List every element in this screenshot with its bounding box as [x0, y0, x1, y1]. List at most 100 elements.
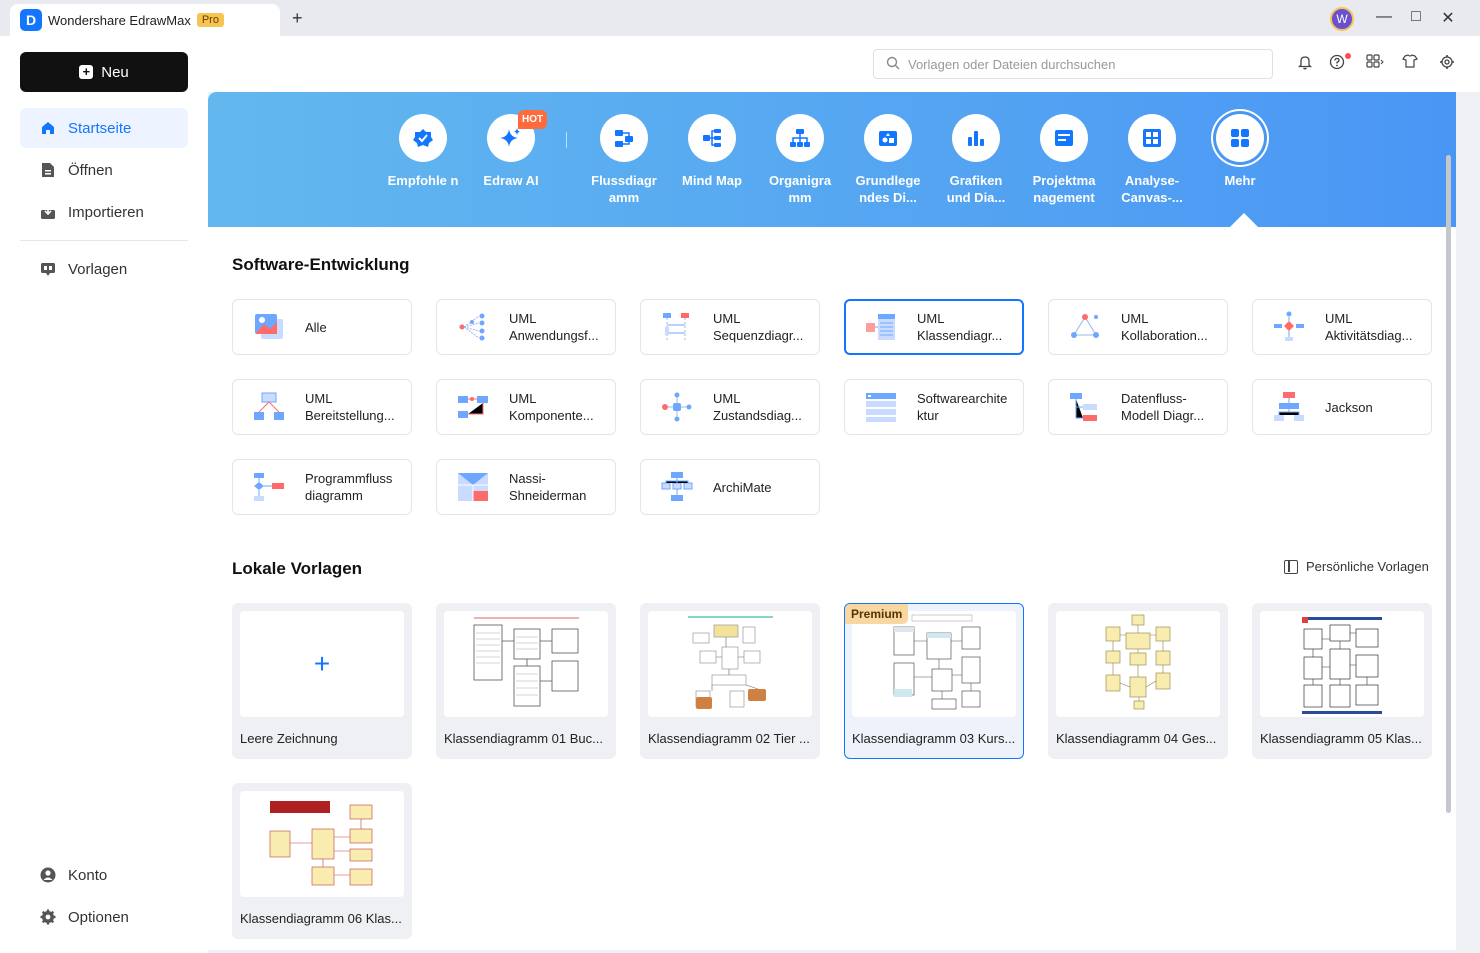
- card-archimate[interactable]: ArchiMate: [640, 459, 820, 515]
- card-label: Nassi- Shneiderman: [509, 471, 587, 503]
- template-klassendiagramm-03[interactable]: Premium Klassendiagramm 03 Kurs...: [844, 603, 1024, 759]
- category-divider: [566, 132, 567, 148]
- category-grundlegendes-diagramm[interactable]: Grundlege ndes Di...: [850, 114, 926, 206]
- premium-badge: Premium: [845, 604, 909, 624]
- card-label: UML Zustandsdiag...: [713, 391, 802, 423]
- category-label: Organigra mm: [768, 173, 832, 205]
- sidebar-item-label: Startseite: [68, 119, 132, 137]
- card-softwarearchitektur[interactable]: Softwarearchite ktur: [844, 379, 1024, 435]
- category-grafiken-und-diagramme[interactable]: Grafiken und Dia...: [938, 114, 1014, 206]
- search-input[interactable]: Vorlagen oder Dateien durchsuchen: [873, 49, 1273, 79]
- template-label: Klassendiagramm 06 Klas...: [240, 911, 402, 926]
- category-flussdiagramm[interactable]: Flussdiagr amm: [586, 114, 662, 206]
- shirt-icon[interactable]: [1400, 54, 1422, 73]
- settings-icon[interactable]: [1436, 54, 1458, 75]
- card-datenfluss-modell[interactable]: Datenfluss- Modell Diagr...: [1048, 379, 1228, 435]
- template-label: Klassendiagramm 03 Kurs...: [852, 731, 1016, 746]
- class-diagram-preview-image: [688, 616, 773, 709]
- template-klassendiagramm-01[interactable]: Klassendiagramm 01 Buc...: [436, 603, 616, 759]
- card-label: UML Aktivitätsdiag...: [1325, 311, 1413, 343]
- card-label: UML Sequenzdiagr...: [713, 311, 804, 343]
- sidebar-item-vorlagen[interactable]: Vorlagen: [20, 249, 188, 289]
- user-icon: [40, 867, 56, 883]
- bell-icon[interactable]: [1294, 54, 1316, 75]
- minimize-button[interactable]: —: [1374, 8, 1394, 26]
- main-content: Empfohle n HOT Edraw AI Flussdiagr amm M…: [208, 92, 1456, 950]
- card-label: ArchiMate: [713, 479, 772, 495]
- section-title-lokale-vorlagen: Lokale Vorlagen: [232, 559, 363, 578]
- close-button[interactable]: ✕: [1438, 8, 1458, 28]
- category-analyse-canvas[interactable]: Analyse- Canvas-...: [1114, 114, 1190, 206]
- template-thumbnail: [1260, 611, 1424, 717]
- card-label: Programmfluss diagramm: [305, 471, 393, 503]
- category-mind-map[interactable]: Mind Map: [674, 114, 750, 189]
- template-leere-zeichnung[interactable]: + Leere Zeichnung: [232, 603, 412, 759]
- sidebar-item-oeffnen[interactable]: Öffnen: [20, 150, 188, 190]
- card-uml-sequenzdiagramm[interactable]: UML Sequenzdiagr...: [640, 299, 820, 355]
- category-label: Projektma nagement: [1032, 173, 1096, 205]
- category-label: Mehr: [1224, 173, 1256, 188]
- sidebar-item-optionen[interactable]: Optionen: [20, 897, 188, 937]
- selected-category-caret: [1230, 213, 1258, 227]
- category-empfohlen[interactable]: Empfohle n: [385, 114, 461, 189]
- card-uml-bereitstellung[interactable]: UML Bereitstellung...: [232, 379, 412, 435]
- template-label: Klassendiagramm 04 Ges...: [1056, 731, 1217, 746]
- template-klassendiagramm-02[interactable]: Klassendiagramm 02 Tier ...: [640, 603, 820, 759]
- sidebar-item-startseite[interactable]: Startseite: [20, 108, 188, 148]
- category-edraw-ai[interactable]: HOT Edraw AI: [473, 110, 549, 189]
- card-label: Datenfluss- Modell Diagr...: [1121, 391, 1205, 423]
- template-label: Klassendiagramm 02 Tier ...: [648, 731, 810, 746]
- document-tab[interactable]: D Wondershare EdrawMax Pro: [10, 4, 280, 36]
- card-uml-anwendungsfall[interactable]: UML Anwendungsf...: [436, 299, 616, 355]
- uml-activity-icon: [1274, 311, 1304, 341]
- sidebar-item-importieren[interactable]: Importieren: [20, 192, 188, 232]
- card-uml-kollaboration[interactable]: UML Kollaboration...: [1048, 299, 1228, 355]
- uml-class-icon: [866, 314, 895, 340]
- scrollbar[interactable]: [1446, 155, 1451, 813]
- card-uml-aktivitaetsdiagramm[interactable]: UML Aktivitätsdiag...: [1252, 299, 1432, 355]
- new-button[interactable]: + Neu: [20, 52, 188, 92]
- sidebar-item-label: Optionen: [68, 908, 129, 926]
- all-templates-icon: [255, 314, 283, 339]
- plus-icon: +: [313, 648, 331, 679]
- notification-dot: [1345, 53, 1351, 59]
- template-label: Klassendiagramm 01 Buc...: [444, 731, 603, 746]
- apps-icon[interactable]: [1364, 54, 1386, 73]
- card-label: UML Bereitstellung...: [305, 391, 395, 423]
- project-icon: [1040, 114, 1088, 162]
- card-uml-komponente[interactable]: UML Komponente...: [436, 379, 616, 435]
- template-klassendiagramm-05[interactable]: Klassendiagramm 05 Klas...: [1252, 603, 1432, 759]
- gear-icon: [40, 909, 56, 925]
- template-klassendiagramm-06[interactable]: Klassendiagramm 06 Klas...: [232, 783, 412, 939]
- avatar[interactable]: W: [1330, 7, 1354, 31]
- class-diagram-preview-image: [473, 617, 579, 707]
- sidebar-item-konto[interactable]: Konto: [20, 855, 188, 895]
- card-uml-zustandsdiagramm[interactable]: UML Zustandsdiag...: [640, 379, 820, 435]
- personal-templates-link[interactable]: Persönliche Vorlagen: [1284, 559, 1429, 574]
- category-mehr[interactable]: Mehr: [1202, 114, 1278, 189]
- category-projektmanagement[interactable]: Projektma nagement: [1026, 114, 1102, 206]
- plus-icon: +: [79, 65, 94, 79]
- card-alle[interactable]: Alle: [232, 299, 412, 355]
- card-programmflussdiagramm[interactable]: Programmfluss diagramm: [232, 459, 412, 515]
- uml-state-icon: [662, 392, 692, 422]
- card-nassi-shneiderman[interactable]: Nassi- Shneiderman: [436, 459, 616, 515]
- category-organigramm[interactable]: Organigra mm: [762, 114, 838, 206]
- card-label: UML Klassendiagr...: [917, 311, 1003, 343]
- uml-collaboration-icon: [1071, 314, 1099, 338]
- new-tab-button[interactable]: +: [292, 8, 303, 29]
- template-thumbnail: [648, 611, 812, 717]
- data-flow-icon: [1070, 393, 1097, 421]
- template-label: Leere Zeichnung: [240, 731, 338, 746]
- template-thumbnail: [444, 611, 608, 717]
- card-jackson[interactable]: Jackson: [1252, 379, 1432, 435]
- maximize-button[interactable]: □: [1406, 8, 1426, 26]
- category-label: Analyse- Canvas-...: [1121, 173, 1183, 205]
- sidebar-item-label: Konto: [68, 866, 108, 884]
- card-uml-klassendiagramm[interactable]: UML Klassendiagr...: [844, 299, 1024, 355]
- card-label: UML Anwendungsf...: [509, 311, 599, 343]
- new-button-label: Neu: [101, 63, 129, 81]
- sidebar-divider: [20, 240, 188, 241]
- template-klassendiagramm-04[interactable]: Klassendiagramm 04 Ges...: [1048, 603, 1228, 759]
- category-label: Edraw AI: [483, 173, 539, 188]
